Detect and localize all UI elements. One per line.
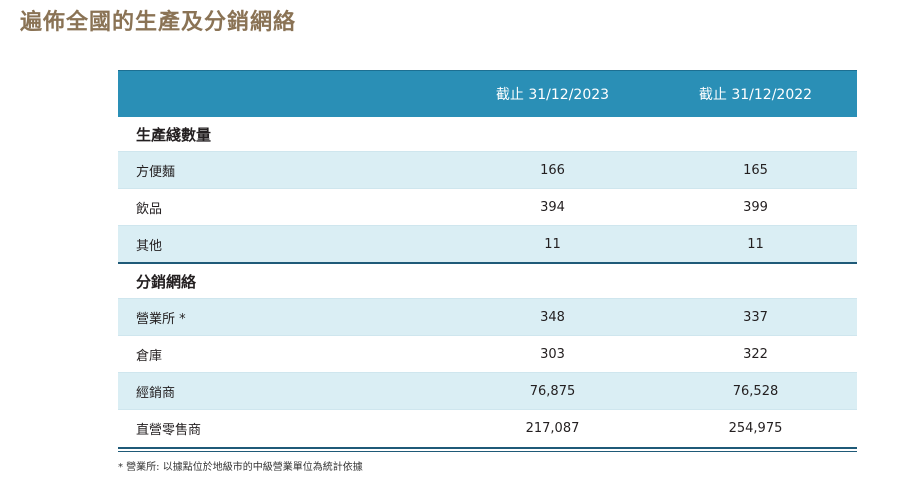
cell-2023: 11 <box>544 236 561 252</box>
row-label: 其他 <box>136 238 163 254</box>
column-header-2022: 截止 31/12/2022 <box>698 87 813 103</box>
row-label: 方便麵 <box>136 164 176 180</box>
row-label: 直營零售商 <box>136 422 202 438</box>
cell-2022: 76,528 <box>732 383 779 399</box>
cell-2023: 348 <box>540 309 565 325</box>
footnote: * 營業所: 以據點位於地級市的中級營業單位為統計依據 <box>118 462 363 473</box>
cell-2022: 322 <box>743 346 768 362</box>
table-row: 經銷商 76,875 76,528 <box>118 372 857 409</box>
section-title-distribution-network: 分銷網絡 <box>118 262 857 298</box>
row-label: 倉庫 <box>136 348 163 364</box>
row-label: 飲品 <box>136 201 163 217</box>
cell-2023: 76,875 <box>529 383 576 399</box>
table-row: 其他 11 11 <box>118 225 857 262</box>
cell-2022: 399 <box>743 199 768 215</box>
cell-2023: 217,087 <box>525 420 580 436</box>
table-bottom-rule <box>118 447 857 449</box>
section-title-production-lines: 生產綫數量 <box>118 117 857 151</box>
column-header-2023: 截止 31/12/2023 <box>495 87 610 103</box>
cell-2023: 303 <box>540 346 565 362</box>
table-header: 截止 31/12/2023 截止 31/12/2022 <box>118 70 857 117</box>
table-row: 方便麵 166 165 <box>118 151 857 188</box>
cell-2022: 254,975 <box>728 420 783 436</box>
page-title: 遍佈全國的生產及分銷網絡 <box>20 10 297 35</box>
cell-2023: 166 <box>540 162 565 178</box>
table-bottom-rule-secondary <box>118 451 857 452</box>
table-row: 飲品 394 399 <box>118 188 857 225</box>
statistics-table: 截止 31/12/2023 截止 31/12/2022 生產綫數量 方便麵 16… <box>118 70 857 452</box>
cell-2022: 337 <box>743 309 768 325</box>
cell-2023: 394 <box>540 199 565 215</box>
row-label: 營業所 * <box>136 311 186 327</box>
cell-2022: 165 <box>743 162 768 178</box>
cell-2022: 11 <box>747 236 764 252</box>
table-row: 營業所 * 348 337 <box>118 298 857 335</box>
table-row: 直營零售商 217,087 254,975 <box>118 409 857 446</box>
table-row: 倉庫 303 322 <box>118 335 857 372</box>
row-label: 經銷商 <box>136 385 176 401</box>
